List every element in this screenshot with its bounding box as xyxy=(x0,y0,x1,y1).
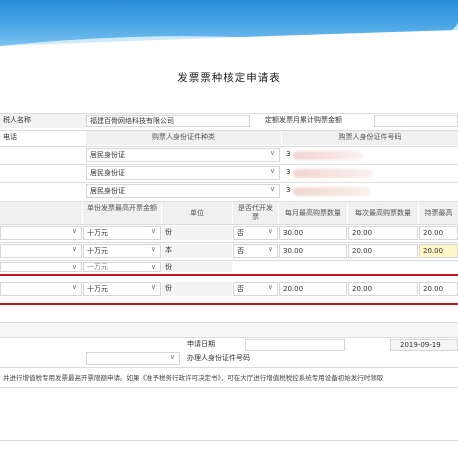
taxpayer-name-field[interactable]: 福建百骨网络科技有限公司 xyxy=(86,115,250,127)
id-type-value: 居民身份证 xyxy=(90,187,125,195)
hold-value: 20.00 xyxy=(423,229,444,237)
agent-select[interactable]: 否 xyxy=(233,282,278,296)
hold-input[interactable]: 20.00 xyxy=(419,226,458,240)
max-amount-select[interactable]: 一万元 xyxy=(83,262,161,272)
each-value: 20.00 xyxy=(352,285,373,293)
apply-date-field[interactable]: 2019-09-19 xyxy=(390,339,458,351)
each-input[interactable]: 20.00 xyxy=(348,282,418,296)
apply-date-blank xyxy=(245,339,345,351)
col-header-unit: 单位 xyxy=(162,202,232,224)
highlight-border-bottom xyxy=(0,303,458,305)
agent-value: 否 xyxy=(237,285,244,293)
col-header-max-amount: 单份发票最高开票金额 xyxy=(83,202,161,224)
invoice-type-select[interactable] xyxy=(0,226,82,240)
each-input[interactable]: 20.00 xyxy=(348,244,418,258)
hold-input[interactable]: 20.00 xyxy=(419,244,458,258)
apply-date-value: 2019-09-19 xyxy=(400,341,441,349)
each-value: 20.00 xyxy=(352,229,373,237)
invoice-type-select[interactable] xyxy=(0,282,82,296)
id-type-header: 购票人身份证件种类 xyxy=(86,131,281,145)
redacted-mask xyxy=(293,151,363,160)
max-amount-select[interactable]: 十万元 xyxy=(83,282,161,296)
col-header-each: 每次最高购票数量 xyxy=(348,202,418,224)
redacted-mask xyxy=(293,169,373,178)
max-amount-value: 十万元 xyxy=(87,247,108,255)
monthly-input[interactable]: 30.00 xyxy=(279,226,347,240)
redacted-mask xyxy=(293,187,371,196)
monthly-value: 20.00 xyxy=(283,285,304,293)
invoice-type-select[interactable] xyxy=(0,244,82,258)
spacer-row xyxy=(0,323,458,337)
id-type-select-1[interactable]: 居民身份证 xyxy=(86,148,280,162)
hold-value: 20.00 xyxy=(423,285,444,293)
id-type-select-2[interactable]: 居民身份证 xyxy=(86,166,280,180)
col-header-agent: 是否代开发票 xyxy=(233,202,278,224)
banner-wave xyxy=(0,22,458,46)
each-input[interactable]: 20.00 xyxy=(348,226,418,240)
id-number-value: 3 xyxy=(286,150,291,158)
agent-id-label: 办理人身份证件号码 xyxy=(187,354,250,362)
monthly-input[interactable]: 30.00 xyxy=(279,244,347,258)
agent-select-blank[interactable] xyxy=(86,352,180,365)
unit-value: 份 xyxy=(162,262,232,272)
unit-value: 本 xyxy=(162,244,232,258)
id-type-value: 居民身份证 xyxy=(90,169,125,177)
each-value: 20.00 xyxy=(352,247,373,255)
invoice-total-label: 定额发票月累计购票金额 xyxy=(265,116,342,124)
hold-input[interactable]: 20.00 xyxy=(419,282,458,296)
invoice-total-field[interactable] xyxy=(374,115,458,127)
monthly-input[interactable]: 20.00 xyxy=(279,282,347,296)
max-amount-value: 一万元 xyxy=(87,263,108,271)
invoice-type-select[interactable] xyxy=(0,262,82,272)
unit-value: 份 xyxy=(162,226,232,240)
unit-value: 份 xyxy=(162,282,232,296)
taxpayer-name-label: 税人名称 xyxy=(0,114,86,128)
id-number-value: 3 xyxy=(286,186,291,194)
monthly-value: 30.00 xyxy=(283,247,304,255)
id-number-header: 购票人身份证件号码 xyxy=(282,131,458,145)
max-amount-value: 十万元 xyxy=(87,285,108,293)
col-header-hold: 持票最高 xyxy=(419,202,458,224)
id-type-select-3[interactable]: 居民身份证 xyxy=(86,184,280,198)
page-title: 发票票种核定申请表 xyxy=(177,72,281,84)
taxpayer-name-value: 福建百骨网络科技有限公司 xyxy=(90,117,174,125)
max-amount-value: 十万元 xyxy=(87,229,108,237)
id-type-value: 居民身份证 xyxy=(90,151,125,159)
phone-label: 电话 xyxy=(3,133,17,141)
max-amount-select[interactable]: 十万元 xyxy=(83,244,161,258)
monthly-value: 30.00 xyxy=(283,229,304,237)
agent-value: 否 xyxy=(237,229,244,237)
hold-value: 20.00 xyxy=(423,247,444,255)
apply-date-label: 申请日期 xyxy=(187,340,215,348)
col-header-monthly: 每月最高购票数量 xyxy=(279,202,347,224)
footer-note: 并进行增值税专用发票最高开票限额申请。如果《准予税务行政许可决定书》，可在大厅进… xyxy=(3,374,384,382)
agent-select[interactable]: 否 xyxy=(233,244,278,258)
col-header-type xyxy=(0,202,82,224)
highlight-border-top xyxy=(0,274,458,276)
id-number-value: 3 xyxy=(286,168,291,176)
header-banner xyxy=(0,0,458,46)
max-amount-select[interactable]: 十万元 xyxy=(83,226,161,240)
agent-value: 否 xyxy=(237,247,244,255)
agent-select[interactable]: 否 xyxy=(233,226,278,240)
